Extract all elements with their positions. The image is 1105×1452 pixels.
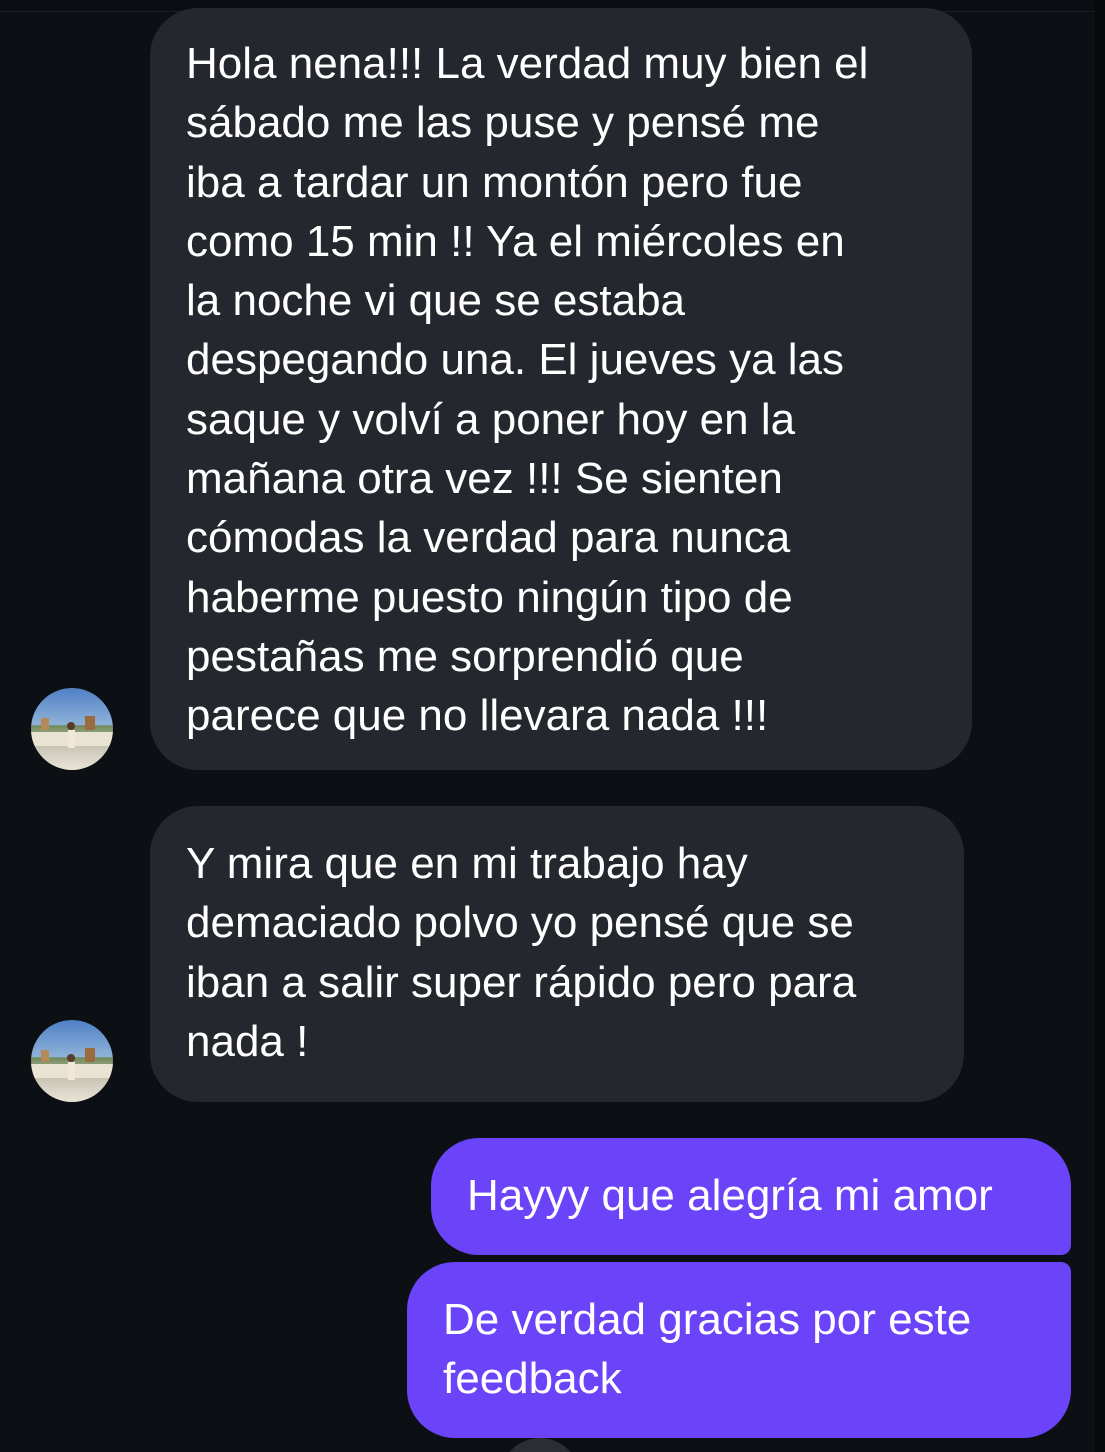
screen-edge	[1095, 0, 1105, 1452]
outgoing-message-bubble[interactable]: Hayyy que alegría mi amor	[431, 1138, 1071, 1255]
outgoing-message-bubble[interactable]: De verdad gracias por este feedback	[407, 1262, 1071, 1438]
message-text: De verdad gracias por este feedback	[443, 1295, 972, 1404]
contact-avatar[interactable]	[31, 688, 113, 770]
avatar-photo-icon	[31, 688, 113, 770]
message-text: Hola nena!!! La verdad muy bien el sábad…	[186, 39, 869, 741]
incoming-message-bubble[interactable]: Hola nena!!! La verdad muy bien el sábad…	[150, 8, 972, 770]
partial-avatar	[500, 1438, 580, 1452]
message-text: Y mira que en mi trabajo hay demaciado p…	[186, 839, 857, 1066]
incoming-message-bubble[interactable]: Y mira que en mi trabajo hay demaciado p…	[150, 806, 964, 1102]
message-text: Hayyy que alegría mi amor	[467, 1171, 993, 1220]
chat-screen: Hola nena!!! La verdad muy bien el sábad…	[0, 0, 1105, 1452]
avatar-photo-icon	[31, 1020, 113, 1102]
contact-avatar[interactable]	[31, 1020, 113, 1102]
